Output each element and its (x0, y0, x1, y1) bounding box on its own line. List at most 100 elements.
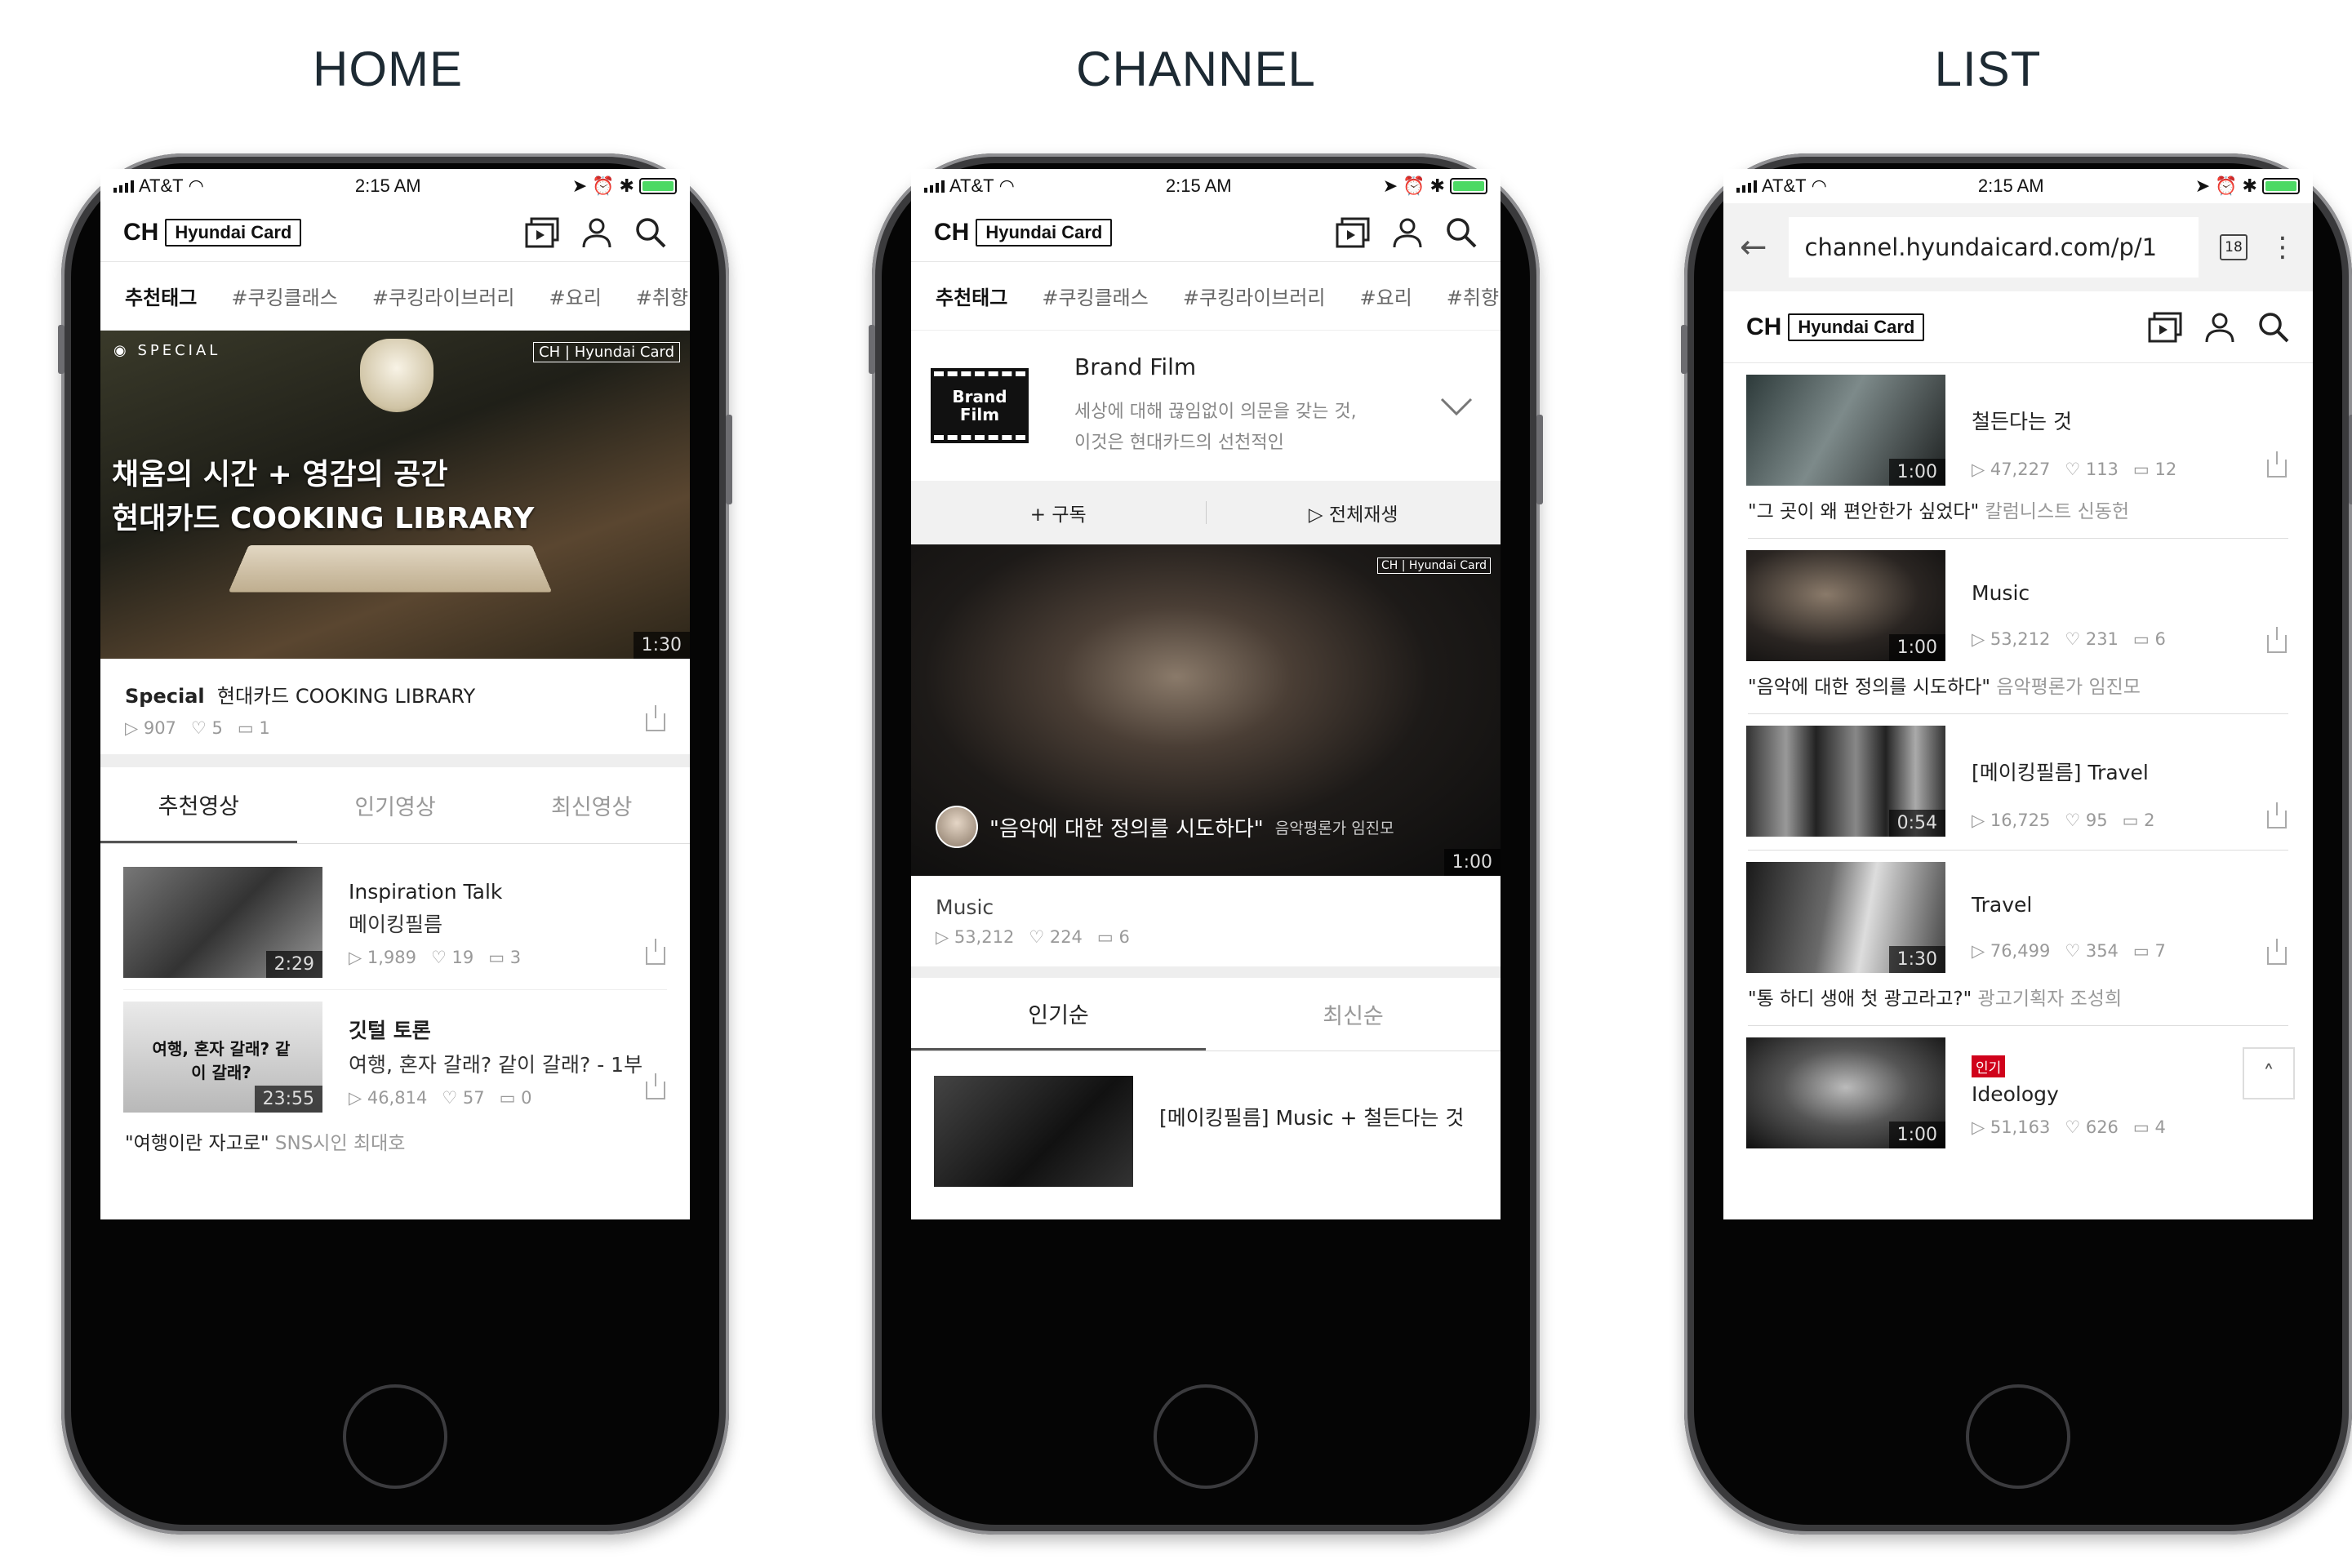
video-info[interactable]: Music ▷ 53,212 ♡ 224 ▭ 6 (911, 876, 1501, 966)
subscribe-button[interactable]: + 구독 (911, 499, 1206, 526)
tag-bar: 추천태그 #쿠킹클래스 #쿠킹라이브러리 #요리 #취향ㅂ (911, 262, 1501, 331)
home-button[interactable] (1966, 1384, 2070, 1489)
tag-item[interactable]: #쿠킹라이브러리 (372, 282, 515, 310)
play-count: ▷ 47,227 (1972, 460, 2051, 479)
location-icon: ➤ (571, 175, 588, 196)
home-button[interactable] (343, 1384, 447, 1489)
video-thumbnail: 1:00 (1746, 550, 1945, 661)
video-title: Music (936, 895, 994, 919)
more-menu-icon[interactable]: ⋮ (2269, 231, 2296, 264)
home-screen: AT&T ◠ 2:15 AM ➤ ⏰ ✱ CH Hyundai Card 추천태그 #쿠… (100, 169, 690, 1219)
featured-title: 현대카드 COOKING LIBRARY (216, 685, 476, 708)
item-subtitle: 여행, 혼자 갈래? 같이 갈래? - 1부 (349, 1053, 643, 1077)
video-caption: "음악에 대한 정의를 시도하다" 음악평론가 임진모 (936, 806, 1394, 848)
tab-latest[interactable]: 최신영상 (493, 767, 690, 843)
search-icon[interactable] (1445, 216, 1478, 249)
tab-popular[interactable]: 인기순 (911, 978, 1206, 1051)
search-icon[interactable] (2257, 311, 2290, 344)
tag-item[interactable]: #요리 (1360, 282, 1412, 310)
playlist-icon[interactable] (525, 217, 559, 248)
list-item[interactable]: 0:54 [메이킹필름] Travel ▷ 16,725 ♡ 95 ▭ 2 (1723, 714, 2313, 846)
play-count: ▷ 16,725 (1972, 811, 2051, 830)
list-item[interactable]: 1:00 인기 Ideology ▷ 51,163 ♡ 626 ▭ 4 ˄ (1723, 1026, 2313, 1158)
channel-info[interactable]: Brand Film Brand Film 세상에 대해 끊임없이 의문을 갖는… (911, 331, 1501, 481)
hero-banner[interactable]: ◉ SPECIAL CH | Hyundai Card 채움의 시간 + 영감의… (100, 331, 690, 659)
comment-count: ▭ 2 (2122, 811, 2155, 830)
scroll-to-top-button[interactable]: ˄ (2243, 1047, 2295, 1099)
tag-item[interactable]: #요리 (549, 282, 602, 310)
location-icon: ➤ (1382, 175, 1398, 196)
carrier-label: AT&T (1762, 175, 1807, 196)
tag-recommended[interactable]: 추천태그 (125, 282, 197, 310)
home-button[interactable] (1154, 1384, 1258, 1489)
list-item[interactable]: 2:29 Inspiration Talk 메이킹필름 ▷ 1,989 ♡ 19 ▭ … (100, 844, 690, 989)
tag-item[interactable]: #취향ㅂ (1447, 282, 1501, 310)
list-item[interactable]: 1:00 철든다는 것 ▷ 47,227 ♡ 113 ▭ 12 (1723, 363, 2313, 495)
tag-item[interactable]: #쿠킹클래스 (231, 282, 338, 310)
featured-info[interactable]: Special 현대카드 COOKING LIBRARY ▷ 907 ♡ 5 ▭… (100, 659, 690, 754)
brand-logo[interactable]: CH Hyundai Card (1746, 313, 1925, 341)
back-arrow-icon[interactable]: ← (1740, 229, 1767, 266)
home-title: HOME (313, 42, 463, 96)
play-count: ▷ 76,499 (1972, 941, 2051, 961)
list-item[interactable]: 1:00 Music ▷ 53,212 ♡ 231 ▭ 6 (1723, 539, 2313, 671)
share-icon[interactable] (2267, 939, 2287, 965)
lamp-illustration (360, 339, 433, 412)
url-bar[interactable]: channel.hyundaicard.com/p/1 (1788, 217, 2199, 278)
share-icon[interactable] (2267, 802, 2287, 828)
clock: 2:15 AM (1165, 175, 1232, 196)
item-title: [메이킹필름] Music + 철든다는 것 (1159, 1106, 1465, 1130)
tag-item[interactable]: #취향ㅂ (636, 282, 690, 310)
tag-item[interactable]: #쿠킹라이브러리 (1183, 282, 1326, 310)
tab-popular[interactable]: 인기영상 (297, 767, 494, 843)
tab-recommended[interactable]: 추천영상 (100, 767, 297, 843)
video-thumbnail (934, 1076, 1133, 1187)
like-count: ♡ 354 (2065, 941, 2119, 961)
tab-count-icon[interactable]: 18 (2220, 234, 2248, 260)
like-count: ♡ 95 (2065, 811, 2108, 830)
hero-caption: 채움의 시간 + 영감의 공간 현대카드 COOKING LIBRARY (112, 458, 535, 535)
brand-logo[interactable]: CH Hyundai Card (123, 218, 302, 247)
list-item[interactable]: 여행, 혼자 갈래? 같이 갈래? 23:55 깃털 토론 여행, 혼자 갈래? 같… (100, 990, 690, 1124)
brand-logo[interactable]: CH Hyundai Card (934, 218, 1113, 247)
tag-item[interactable]: #쿠킹클래스 (1042, 282, 1149, 310)
user-icon[interactable] (1391, 216, 1424, 249)
video-player[interactable]: CH | Hyundai Card "음악에 대한 정의를 시도하다" 음악평론… (911, 544, 1501, 876)
video-thumbnail: 1:00 (1746, 375, 1945, 486)
wifi-icon: ◠ (188, 175, 204, 196)
location-icon: ➤ (2194, 175, 2211, 196)
list-item[interactable]: 1:30 Travel ▷ 76,499 ♡ 354 ▭ 7 (1723, 851, 2313, 983)
item-title: Inspiration Talk (349, 880, 503, 904)
playlist-icon[interactable] (2148, 312, 2182, 343)
tag-recommended[interactable]: 추천태그 (936, 282, 1007, 310)
comment-count: ▭ 4 (2132, 1117, 2166, 1137)
play-all-button[interactable]: ▷ 전체재생 (1207, 499, 1501, 526)
play-count: ▷ 53,212 (936, 927, 1015, 947)
video-thumbnail: 2:29 (123, 867, 322, 978)
signal-icon (113, 180, 134, 193)
tab-latest[interactable]: 최신순 (1206, 978, 1501, 1051)
share-icon[interactable] (646, 705, 665, 731)
like-count: ♡ 224 (1029, 927, 1083, 947)
like-count: ♡ 626 (2065, 1117, 2119, 1137)
item-subtitle: 메이킹필름 (349, 913, 443, 936)
special-badge: ◉ SPECIAL (113, 342, 221, 359)
list-item[interactable]: [메이킹필름] Music + 철든다는 것 (911, 1051, 1501, 1198)
channel-title: Brand Film (1074, 353, 1197, 380)
like-count: ♡ 19 (430, 948, 474, 967)
playlist-icon[interactable] (1336, 217, 1370, 248)
user-icon[interactable] (580, 216, 613, 249)
share-icon[interactable] (2267, 451, 2287, 478)
user-icon[interactable] (2203, 311, 2236, 344)
chevron-down-icon[interactable] (1440, 398, 1473, 415)
channel-description: 세상에 대해 끊임없이 의문을 갖는 것, 이것은 현대카드의 선천적인 (1074, 401, 1357, 453)
search-icon[interactable] (634, 216, 667, 249)
status-bar: AT&T ◠ 2:15 AM ➤ ⏰ ✱ (100, 169, 690, 203)
share-icon[interactable] (2267, 627, 2287, 653)
item-quote: "통 하디 생애 첫 광고라고?" 광고기획자 조성희 (1748, 988, 2123, 1010)
share-icon[interactable] (646, 1073, 665, 1099)
duration-badge: 1:30 (633, 632, 690, 659)
share-icon[interactable] (646, 939, 665, 965)
carrier-label: AT&T (949, 175, 994, 196)
app-header: CH Hyundai Card (911, 203, 1501, 262)
